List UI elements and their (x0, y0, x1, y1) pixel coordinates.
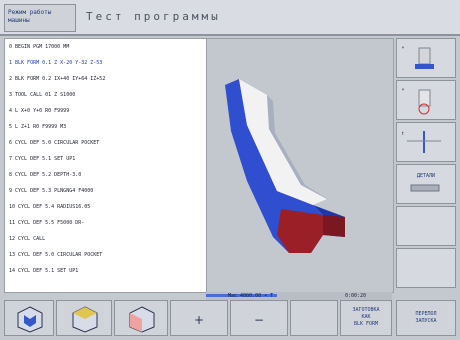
softkey-3d-view-3[interactable] (114, 300, 168, 336)
program-line[interactable]: 5 L Z+1 R0 F9999 M3 (5, 119, 207, 135)
machine-mode-box[interactable]: Режим работы машины (4, 4, 76, 32)
program-line[interactable]: 12 CYCL CALL (5, 231, 207, 247)
svg-text:↑: ↑ (401, 130, 405, 137)
zoom-out-button[interactable]: − (230, 300, 288, 336)
mode-label-2: машины (8, 17, 30, 24)
softkey-tool-measure[interactable]: ↑ (396, 122, 456, 162)
program-line[interactable]: 7 CYCL DEF 5.1 SET UP1 (5, 151, 207, 167)
status-clock: 0:00:20 (345, 293, 367, 299)
program-line[interactable]: 6 CYCL DEF 5.0 CIRCULAR POCKET (5, 135, 207, 151)
tool-view-2-icon: " (401, 88, 431, 115)
3d-view-1-icon (17, 306, 43, 333)
program-line[interactable]: 9 CYCL DEF 5.3 PLNGNG4 F4000 (5, 183, 207, 199)
softkey-3d-view-1[interactable] (4, 300, 54, 336)
cnc-screen: Режим работы машины Тест программы 0 BEG… (0, 0, 460, 340)
page-title: Тест программы (86, 10, 221, 23)
softkey-details[interactable]: ДЕТАЛИ (396, 164, 456, 204)
program-line[interactable]: 0 BEGIN PGM 17000 MM (5, 39, 207, 55)
blk-line-2: КАК (361, 314, 371, 320)
reset-line-2: ЗАПУСКА (415, 318, 437, 324)
svg-text:": " (401, 88, 405, 95)
3d-view-2-icon (72, 306, 98, 333)
program-line[interactable]: 13 CYCL DEF 5.0 CIRCULAR POCKET (5, 247, 207, 263)
3d-view-3-icon (129, 306, 155, 333)
plus-label: + (193, 313, 205, 327)
tool-measure-icon: ↑ (401, 130, 441, 153)
mode-label-1: Режим работы (8, 9, 52, 16)
program-line[interactable]: 14 CYCL DEF 5.1 SET UP1 (5, 263, 207, 279)
softkey-empty-5[interactable] (396, 206, 456, 246)
softkey-tool-view-2[interactable]: " (396, 80, 456, 120)
blk-line-3: BLK FORM (353, 321, 379, 327)
program-line[interactable]: 8 CYCL DEF 5.2 DEPTH-3.0 (5, 167, 207, 183)
program-line[interactable]: 2 BLK FORM 0.2 IX+40 IY+64 IZ+52 (5, 71, 207, 87)
minus-label: − (253, 313, 265, 327)
workpiece-3d-view (225, 79, 345, 253)
tool-view-1-icon: " (401, 46, 434, 69)
program-line[interactable]: 11 CYCL DEF 5.5 F5000 DR- (5, 215, 207, 231)
program-line[interactable]: 3 TOOL CALL 01 Z S1000 (5, 87, 207, 103)
softkey-3d-view-2[interactable] (56, 300, 112, 336)
softkey-empty-bottom[interactable] (290, 300, 338, 336)
zoom-in-button[interactable]: + (170, 300, 228, 336)
reset-line-1: ПЕРЕПОЛ (415, 311, 437, 317)
svg-text:": " (401, 46, 405, 53)
program-line[interactable]: 10 CYCL DEF 5.4 RADIUS16.05 (5, 199, 207, 215)
softkey-tool-view-1[interactable]: " (396, 38, 456, 78)
blank-icon (410, 184, 440, 192)
softkey-empty-6[interactable] (396, 248, 456, 288)
status-feed-text: Мас 4000.00 • T (228, 293, 274, 299)
program-line-active[interactable]: 1 BLK FORM 0.1 Z X-20 Y-32 Z-53 (5, 55, 207, 71)
program-listing[interactable]: 0 BEGIN PGM 17000 MM 1 BLK FORM 0.1 Z X-… (4, 38, 208, 293)
blk-line-1: ЗАГОТОВКА (352, 307, 380, 313)
workpiece-side-red (323, 215, 345, 237)
simulation-graphic (206, 38, 394, 293)
program-line[interactable]: 4 L X+0 Y+0 R0 F9999 (5, 103, 207, 119)
reset-start-button[interactable]: ПЕРЕПОЛ ЗАПУСКА (396, 300, 456, 336)
header-bar: Режим работы машины Тест программы (0, 0, 460, 36)
blk-form-button[interactable]: ЗАГОТОВКА КАК BLK FORM (340, 300, 392, 336)
